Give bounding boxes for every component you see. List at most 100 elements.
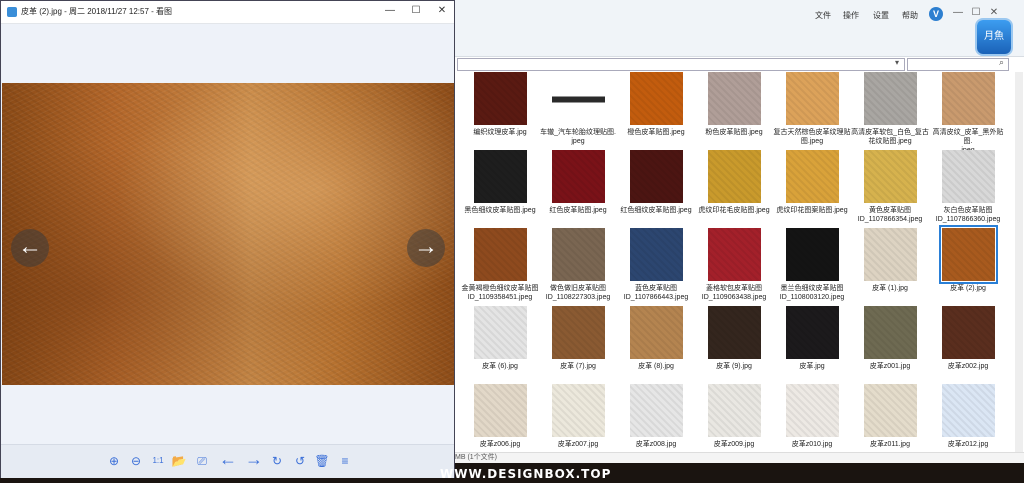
thumbnail-item[interactable]: 皮革 (2).jpg	[929, 225, 1007, 293]
thumbnail-caption: 橙色皮革贴图.jpeg	[627, 129, 685, 136]
thumbnail-item[interactable]: 皮革z002.jpg	[929, 306, 1007, 371]
thumbnail-caption: 皮革z008.jpg	[635, 441, 677, 448]
previous-arrow-icon[interactable]: ←	[219, 449, 237, 470]
thumbnail-image	[707, 228, 761, 281]
address-bar[interactable]	[457, 58, 905, 71]
thumbnail-item[interactable]: 皮革 (9).jpg	[695, 306, 773, 371]
thumbnail-image	[707, 384, 761, 437]
thumbnail-item[interactable]: 车辙_汽车轮胎纹理贴图. jpeg	[539, 72, 617, 146]
thumbnail-image	[551, 72, 605, 125]
thumbnail-caption: 皮革z012.jpg	[947, 441, 989, 448]
thumbnail-item[interactable]: 复古天然棕色皮革纹理贴 图.jpeg	[773, 72, 851, 146]
prev-image-button[interactable]: ←	[11, 229, 49, 267]
thumbnail-item[interactable]: 虎纹印花图案贴图.jpeg	[773, 150, 851, 215]
menu-file[interactable]: 文件	[815, 10, 831, 21]
thumbnail-image	[551, 306, 605, 359]
thumbnail-item[interactable]: 皮革z008.jpg	[617, 384, 695, 449]
thumbnail-item[interactable]: 红色皮革贴图.jpeg	[539, 150, 617, 215]
menu-help[interactable]: 帮助	[902, 10, 918, 21]
open-folder-icon[interactable]: 📂	[171, 454, 187, 468]
watermark-text: WWW.DESIGNBOX.TOP	[440, 467, 612, 481]
thumbnail-item[interactable]: 做色做旧皮革贴图 ID_1108227303.jpeg	[539, 228, 617, 302]
thumbnail-item[interactable]: 皮革z006.jpg	[461, 384, 539, 449]
image-viewer-window: 皮革 (2).jpg - 周二 2018/11/27 12:57 - 看图 — …	[0, 0, 455, 478]
thumbnail-image	[707, 72, 761, 125]
thumbnail-item[interactable]: 高清皮纹_皮革_黑外贴图. jpeg	[929, 72, 1007, 155]
thumbnail-image	[785, 384, 839, 437]
slideshow-icon[interactable]: ⎚	[194, 454, 210, 469]
thumbnail-image	[551, 228, 605, 281]
thumbnail-item[interactable]: 皮革z001.jpg	[851, 306, 929, 371]
maximize-button[interactable]: ☐	[969, 7, 983, 18]
thumbnail-image	[863, 306, 917, 359]
close-button[interactable]: ✕	[987, 7, 1001, 18]
thumbnail-caption: 皮革.jpg	[799, 363, 825, 370]
thumbnail-item[interactable]: 皮革 (7).jpg	[539, 306, 617, 371]
thumbnail-item[interactable]: 皮革 (8).jpg	[617, 306, 695, 371]
thumbnail-item[interactable]: 蓝色皮革贴图 ID_1107866443.jpeg	[617, 228, 695, 302]
thumbnail-item[interactable]: 墨兰色细纹皮革贴图 ID_1108003120.jpeg	[773, 228, 851, 302]
maximize-button[interactable]: ☐	[409, 5, 423, 16]
thumbnail-caption: 皮革z009.jpg	[713, 441, 755, 448]
thumbnail-item[interactable]: 皮革.jpg	[773, 306, 851, 371]
thumbnail-caption: 皮革z006.jpg	[479, 441, 521, 448]
thumbnail-image	[629, 150, 683, 203]
shield-badge-icon[interactable]: 月魚	[977, 20, 1011, 54]
minimize-button[interactable]: —	[383, 5, 397, 16]
thumbnail-item[interactable]: 皮革z010.jpg	[773, 384, 851, 449]
thumbnail-caption: 粉色皮革贴图.jpeg	[705, 129, 763, 136]
thumbnail-item[interactable]: 菱格软包皮革贴图 ID_1109063438.jpeg	[695, 228, 773, 302]
thumbnail-caption: 皮革z002.jpg	[947, 363, 989, 370]
thumbnail-item[interactable]: 皮革 (6).jpg	[461, 306, 539, 371]
thumbnail-item[interactable]: 皮革z007.jpg	[539, 384, 617, 449]
search-input[interactable]	[907, 58, 1009, 71]
explorer-header: 文件 操作 设置 帮助 V — ☐ ✕ 月魚	[451, 0, 1024, 57]
thumbnail-caption: 黄色皮革贴图 ID_1107866354.jpeg	[857, 207, 923, 223]
thumbnail-item[interactable]: 皮革z009.jpg	[695, 384, 773, 449]
search-icon[interactable]: ⌕	[999, 57, 1004, 68]
thumbnail-image	[785, 228, 839, 281]
delete-icon[interactable]: 🗑	[314, 454, 330, 468]
file-explorer-window: 文件 操作 设置 帮助 V — ☐ ✕ 月魚 ▾ ⌕ 编织纹理皮革.jpg 车辙_…	[450, 0, 1024, 463]
thumbnail-image	[551, 384, 605, 437]
menu-action[interactable]: 操作	[843, 10, 859, 21]
rotate-left-icon[interactable]: ↺	[292, 454, 308, 468]
thumbnail-item[interactable]: 编织纹理皮革.jpg	[461, 72, 539, 137]
thumbnail-item[interactable]: 虎纹印花毛皮贴图.jpeg	[695, 150, 773, 215]
thumbnail-grid: 编织纹理皮革.jpg 车辙_汽车轮胎纹理贴图. jpeg 橙色皮革贴图.jpeg 粉色…	[451, 72, 1017, 452]
vertical-scrollbar[interactable]	[1015, 72, 1023, 452]
thumbnail-item[interactable]: 黄色皮革贴图 ID_1107866354.jpeg	[851, 150, 929, 224]
thumbnail-caption: 皮革 (2).jpg	[950, 285, 986, 292]
next-image-button[interactable]: →	[407, 229, 445, 267]
thumbnail-item[interactable]: 金黄褐橙色细纹皮革贴图 ID_1109358451.jpeg	[461, 228, 539, 302]
thumbnail-caption: 复古天然棕色皮革纹理贴 图.jpeg	[773, 129, 851, 145]
chevron-down-icon[interactable]: ▾	[891, 58, 903, 69]
thumbnail-image	[938, 225, 998, 284]
menu-icon[interactable]: ≡	[337, 454, 353, 468]
thumbnail-caption: 虎纹印花图案贴图.jpeg	[776, 207, 848, 214]
rotate-right-icon[interactable]: ↻	[269, 454, 285, 468]
thumbnail-image	[941, 306, 995, 359]
next-arrow-icon[interactable]: →	[245, 449, 263, 470]
zoom-out-icon[interactable]: ⊖	[128, 454, 144, 468]
menu-settings[interactable]: 设置	[873, 10, 889, 21]
thumbnail-image	[941, 150, 995, 203]
thumbnail-item[interactable]: 红色细纹皮革贴图.jpeg	[617, 150, 695, 215]
thumbnail-item[interactable]: 高清皮革软包_白色_复古 花纹贴图.jpeg	[851, 72, 929, 146]
thumbnail-caption: 蓝色皮革贴图 ID_1107866443.jpeg	[623, 285, 689, 301]
thumbnail-image	[863, 150, 917, 203]
thumbnail-item[interactable]: 灰白色皮革贴图 ID_1107866360.jpeg	[929, 150, 1007, 224]
v-logo-icon[interactable]: V	[929, 7, 943, 21]
thumbnail-item[interactable]: 皮革z011.jpg	[851, 384, 929, 449]
zoom-in-icon[interactable]: ⊕	[106, 454, 122, 468]
thumbnail-item[interactable]: 皮革 (1).jpg	[851, 228, 929, 293]
thumbnail-item[interactable]: 皮革z012.jpg	[929, 384, 1007, 449]
actual-size-button[interactable]: 1:1	[150, 456, 166, 465]
close-button[interactable]: ✕	[435, 5, 449, 16]
thumbnail-caption: 高清皮革软包_白色_复古 花纹贴图.jpeg	[851, 129, 929, 145]
thumbnail-item[interactable]: 粉色皮革贴图.jpeg	[695, 72, 773, 137]
thumbnail-item[interactable]: 橙色皮革贴图.jpeg	[617, 72, 695, 137]
minimize-button[interactable]: —	[951, 7, 965, 18]
thumbnail-item[interactable]: 黑色细纹皮革贴图.jpeg	[461, 150, 539, 215]
thumbnail-image	[785, 72, 839, 125]
